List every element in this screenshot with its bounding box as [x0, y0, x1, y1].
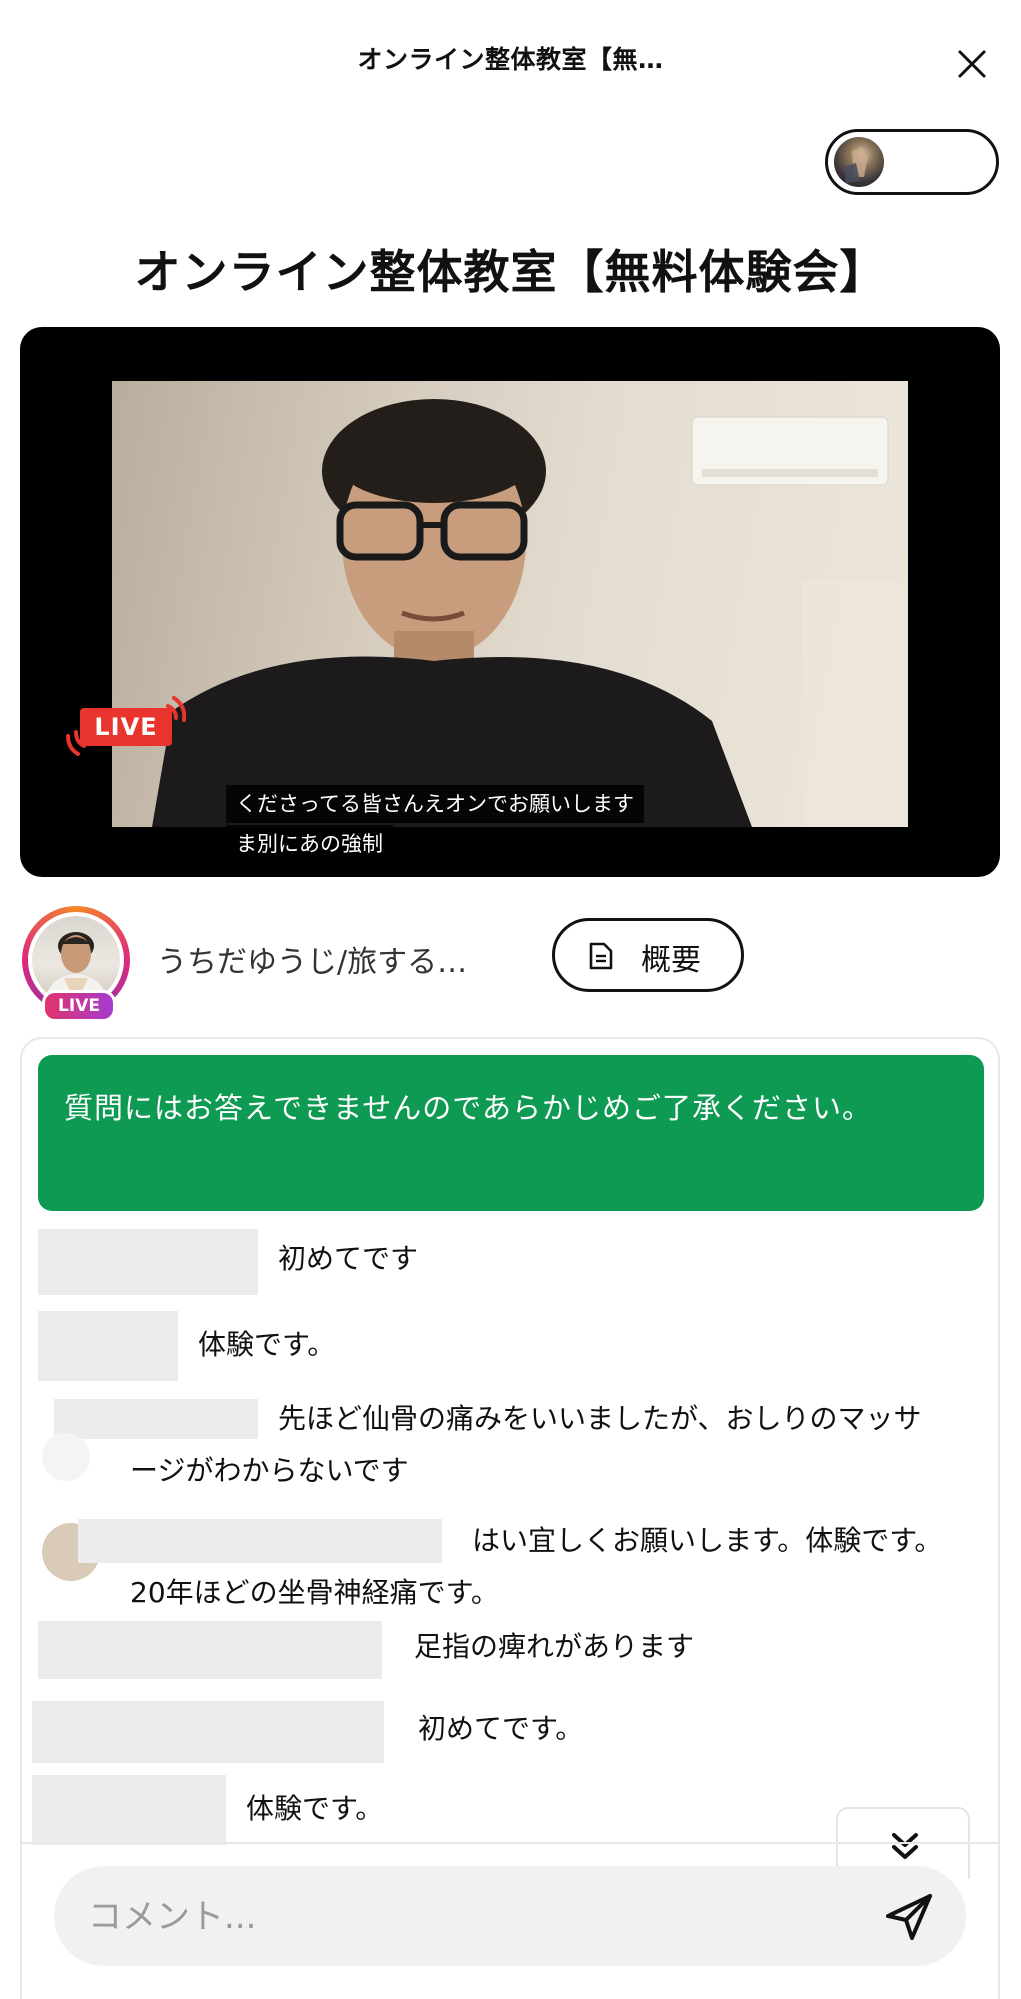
close-icon: [958, 50, 986, 78]
send-button[interactable]: [882, 1890, 936, 1944]
chat-comment: 体験です。: [22, 1311, 998, 1381]
summary-label: 概要: [641, 943, 701, 978]
viewer-avatar: [834, 137, 884, 187]
comment-text-continued: ージがわからないです: [130, 1454, 409, 1487]
comment-author-redacted: [38, 1229, 258, 1295]
host-name[interactable]: うちだゆうじ/旅する…: [157, 937, 467, 981]
composer-divider: [20, 1842, 1000, 1844]
send-icon: [886, 1894, 932, 1940]
comment-author-avatar: [42, 1433, 90, 1481]
live-badge-label: LIVE: [94, 713, 158, 741]
comment-text: 体験です。: [246, 1792, 384, 1825]
live-video-player[interactable]: LIVE くださってる皆さんえオンでお願いします ま別にあの強制: [20, 327, 1000, 877]
summary-button[interactable]: 概要: [552, 918, 744, 992]
host-live-tag: LIVE: [42, 990, 116, 1022]
chat-notice: 質問にはお答えできませんのであらかじめご了承ください。: [38, 1055, 984, 1211]
comment-text: 足指の痺れがあります: [414, 1630, 695, 1663]
chat-comment: 足指の痺れがあります: [22, 1619, 998, 1693]
chat-comment: はい宜しくお願いします。体験です。 20年ほどの坐骨神経痛です。: [22, 1507, 998, 1627]
viewer-account-toggle[interactable]: [825, 129, 999, 195]
comment-text: はい宜しくお願いします。体験です。: [472, 1524, 943, 1557]
live-badge: LIVE: [64, 696, 187, 756]
comment-text-continued: 20年ほどの坐骨神経痛です。: [130, 1576, 499, 1609]
comment-text: 初めてです: [278, 1242, 419, 1275]
comment-text: 体験です。: [198, 1328, 336, 1361]
page-title: オンライン整体教室【無料体験会】: [134, 245, 887, 299]
comment-author-redacted: [38, 1621, 382, 1679]
chat-comment: 初めてです: [22, 1221, 998, 1301]
comment-text: 先ほど仙骨の痛みをいいましたが、おしりのマッサ: [278, 1402, 922, 1435]
comment-text: 初めてです。: [418, 1712, 584, 1745]
close-button[interactable]: [952, 44, 992, 84]
comment-author-redacted: [78, 1519, 442, 1563]
caption-line-2: ま別にあの強制: [226, 825, 393, 863]
comment-author-redacted: [32, 1701, 384, 1763]
caption-line-1: くださってる皆さんえオンでお願いします: [226, 785, 644, 823]
comment-input[interactable]: [86, 1884, 850, 1950]
video-frame: [112, 381, 908, 827]
document-icon: [589, 942, 613, 970]
comment-author-redacted: [32, 1775, 226, 1845]
double-chevron-down-icon: [892, 1833, 918, 1859]
video-scene: [152, 399, 908, 827]
top-bar: オンライン整体教室【無…: [0, 0, 1021, 126]
host-avatar[interactable]: LIVE: [22, 906, 130, 1022]
comment-composer: [54, 1866, 966, 1966]
chat-comment: 先ほど仙骨の痛みをいいましたが、おしりのマッサ ージがわからないです: [22, 1391, 998, 1511]
chat-comment: 初めてです。: [22, 1697, 998, 1771]
comment-author-redacted: [54, 1399, 258, 1439]
header-title: オンライン整体教室【無…: [357, 45, 664, 74]
live-stream-page: オンライン整体教室【無… オンライン整体教室【無料体験会】 LIVE くださって…: [0, 0, 1021, 1999]
comment-author-redacted: [38, 1311, 178, 1381]
